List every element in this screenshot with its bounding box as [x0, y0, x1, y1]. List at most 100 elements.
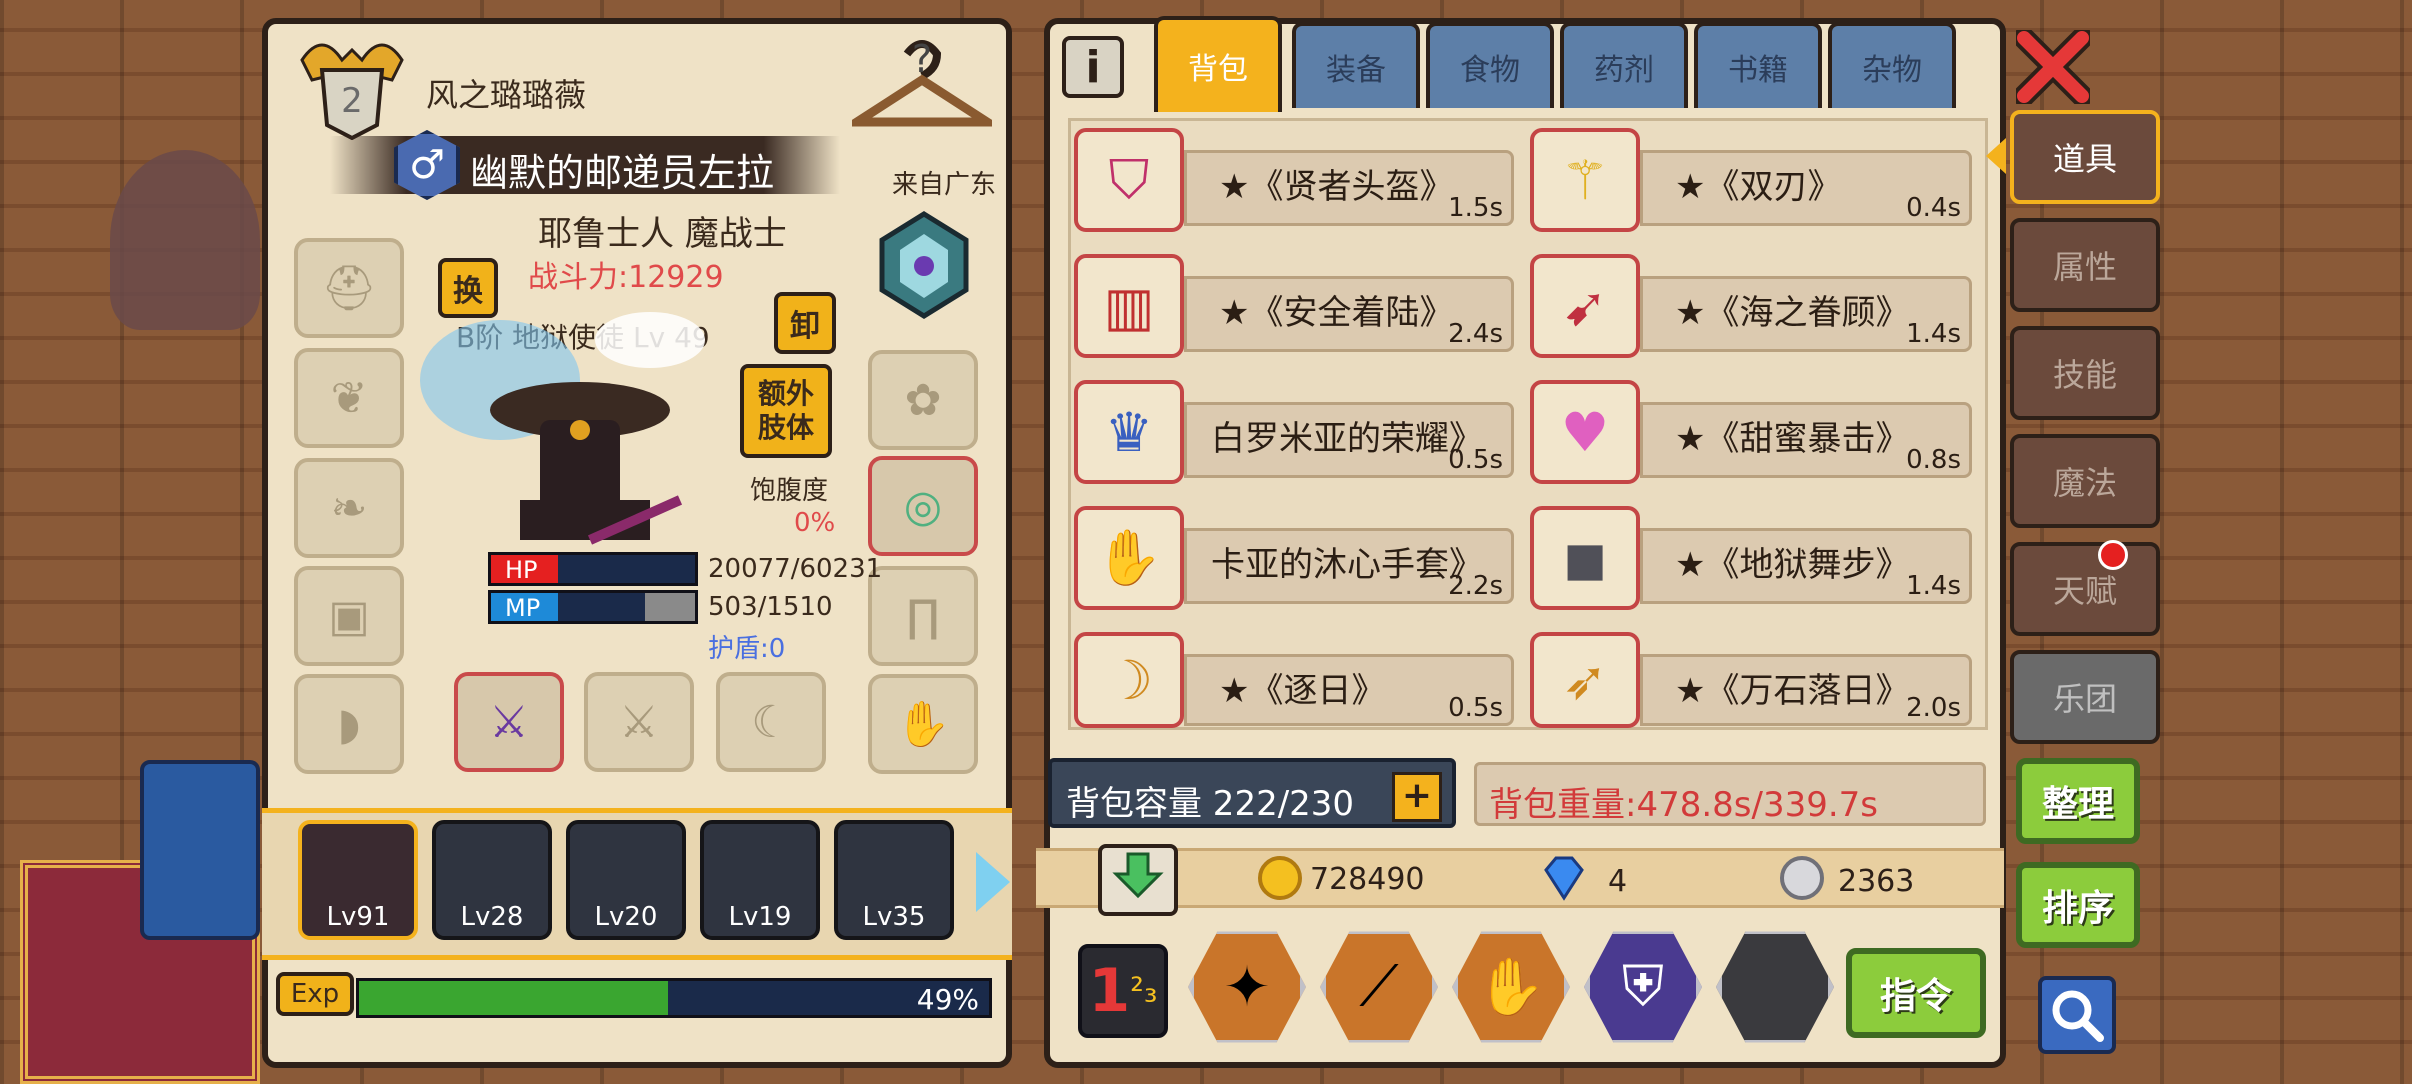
side-tab-attributes[interactable]: 属性 [2010, 218, 2160, 312]
item-bar[interactable]: ★《地狱舞步》 1.4s [1640, 528, 1972, 604]
tab-potions[interactable]: 药剂 [1560, 22, 1688, 108]
tidy-button[interactable]: 整理 [2016, 758, 2140, 844]
svg-text:?: ? [912, 37, 932, 81]
item-weight: 2.4s [1448, 319, 1503, 349]
party-member-level: Lv19 [728, 902, 792, 932]
item-bar[interactable]: 白罗米亚的荣耀》 0.5s [1184, 402, 1514, 478]
extra-limb-button[interactable]: 额外肢体 [740, 364, 832, 458]
mp-bar: MP [488, 590, 698, 624]
item-bar[interactable]: 卡亚的沐心手套》 2.2s [1184, 528, 1514, 604]
search-icon[interactable] [2038, 976, 2116, 1054]
item-icon[interactable]: ➶ [1530, 632, 1640, 728]
side-tab-items[interactable]: 道具 [2010, 110, 2160, 204]
shield-icon: ⛨ [1622, 954, 1664, 1019]
tab-misc[interactable]: 杂物 [1828, 22, 1956, 108]
diamond-amount: 4 [1608, 864, 1628, 899]
item-weight: 1.4s [1906, 319, 1961, 349]
item-icon[interactable]: ◼ [1530, 506, 1640, 610]
exp-bar: 49% [356, 978, 992, 1018]
item-bar[interactable]: ★《双刃》 0.4s [1640, 150, 1972, 226]
bow-icon: ➶ [1562, 648, 1608, 712]
gloves-slot[interactable]: ✋ [868, 674, 978, 774]
item-bar[interactable]: ★《海之眷顾》 1.4s [1640, 276, 1972, 352]
item-icon[interactable]: ⚚ [1530, 128, 1640, 232]
item-name: ★《甜蜜暴击》 [1675, 419, 1910, 459]
party-member-level: Lv91 [326, 902, 390, 932]
tab-bag[interactable]: 背包 [1154, 16, 1282, 112]
gloves-slot-icon: ✋ [895, 699, 951, 750]
party-member[interactable]: Lv19 [700, 820, 820, 940]
gold-amount: 728490 [1310, 862, 1425, 897]
charm-slot[interactable]: ☾ [716, 672, 826, 772]
info-icon[interactable]: i [1062, 36, 1124, 98]
item-icon[interactable]: ⛉ [1074, 128, 1184, 232]
command-button[interactable]: 指令 [1846, 948, 1986, 1038]
exp-bar-fill [359, 981, 668, 1015]
item-weight: 1.5s [1448, 193, 1503, 223]
expand-bag-plus-icon[interactable]: + [1392, 772, 1442, 822]
item-bar[interactable]: ★《万石落日》 2.0s [1640, 654, 1972, 726]
item-bar[interactable]: ★《安全着陆》 2.4s [1184, 276, 1514, 352]
item-weight: 1.4s [1906, 571, 1961, 601]
deposit-chest-icon[interactable] [1098, 844, 1178, 916]
slash-icon: ⟋ [1359, 954, 1399, 1019]
exp-label: Exp [276, 972, 354, 1016]
side-tab-band[interactable]: 乐团 [2010, 650, 2160, 744]
offhand-slot[interactable]: ⚔ [584, 672, 694, 772]
party-next-arrow-icon[interactable] [976, 852, 1010, 912]
wardrobe-hanger-icon[interactable]: ? [841, 34, 1003, 134]
hotkey-number-icon[interactable]: 1 ²₃ [1078, 944, 1168, 1038]
sort-button[interactable]: 排序 [2016, 862, 2140, 948]
side-tab-talent[interactable]: 天赋 [2010, 542, 2160, 636]
party-member[interactable]: Lv91 [298, 820, 418, 940]
party-member[interactable]: Lv20 [566, 820, 686, 940]
item-weight: 0.4s [1906, 193, 1961, 223]
player-name: 风之璐璐薇 [426, 76, 587, 114]
cape-slot-icon: ❧ [330, 482, 368, 534]
helmet-slot[interactable]: ⛑ [294, 238, 404, 338]
ring-slot-icon: ◎ [903, 480, 943, 532]
blade-icon: ⚚ [1560, 148, 1610, 212]
item-icon[interactable]: ♛ [1074, 380, 1184, 484]
item-icon[interactable]: ➹ [1530, 254, 1640, 358]
item-name: ★《地狱舞步》 [1675, 545, 1910, 585]
hp-value: 20077/60231 [708, 554, 883, 584]
tab-food[interactable]: 食物 [1426, 22, 1554, 108]
mp-value: 503/1510 [708, 592, 833, 622]
party-member[interactable]: Lv35 [834, 820, 954, 940]
tab-books[interactable]: 书籍 [1694, 22, 1822, 108]
ring-slot[interactable]: ◎ [868, 456, 978, 556]
side-tab-magic[interactable]: 魔法 [2010, 434, 2160, 528]
spear-icon: ➹ [1562, 274, 1608, 338]
item-icon[interactable]: ✋ [1074, 506, 1184, 610]
guild-emblem-icon[interactable] [876, 210, 972, 320]
item-icon[interactable]: ▥ [1074, 254, 1184, 358]
item-icon[interactable]: ☽ [1074, 632, 1184, 728]
hair-slot[interactable]: ✿ [868, 350, 978, 450]
party-member[interactable]: Lv28 [432, 820, 552, 940]
item-bar[interactable]: ★《逐日》 0.5s [1184, 654, 1514, 726]
item-bar[interactable]: ★《甜蜜暴击》 0.8s [1640, 402, 1972, 478]
party-member-level: Lv20 [594, 902, 658, 932]
item-name: ★《万石落日》 [1675, 671, 1910, 711]
close-icon[interactable] [2013, 27, 2093, 107]
shuriken-icon: ✦ [1223, 954, 1271, 1020]
weapon-slot[interactable]: ⚔ [454, 672, 564, 772]
hp-label: HP [505, 556, 538, 584]
side-tab-skills[interactable]: 技能 [2010, 326, 2160, 420]
necklace-slot[interactable]: ❦ [294, 348, 404, 448]
armor-slot[interactable]: ▣ [294, 566, 404, 666]
cape-slot[interactable]: ❧ [294, 458, 404, 558]
exp-value: 49% [916, 983, 979, 1016]
tab-equipment[interactable]: 装备 [1292, 22, 1420, 108]
item-name: ★《安全着陆》 [1219, 293, 1454, 333]
sword-slot-icon: ⚔ [489, 696, 529, 748]
bag-capacity: 背包容量 222/230 + [1048, 758, 1456, 828]
unequip-button[interactable]: 卸 [774, 292, 836, 354]
item-name: ★《逐日》 [1219, 671, 1386, 711]
item-icon[interactable]: ♥ [1530, 380, 1640, 484]
shield-value: 护盾:0 [708, 634, 786, 664]
leg-slot[interactable]: ∏ [868, 566, 978, 666]
item-bar[interactable]: ★《贤者头盔》 1.5s [1184, 150, 1514, 226]
boots-slot[interactable]: ◗ [294, 674, 404, 774]
